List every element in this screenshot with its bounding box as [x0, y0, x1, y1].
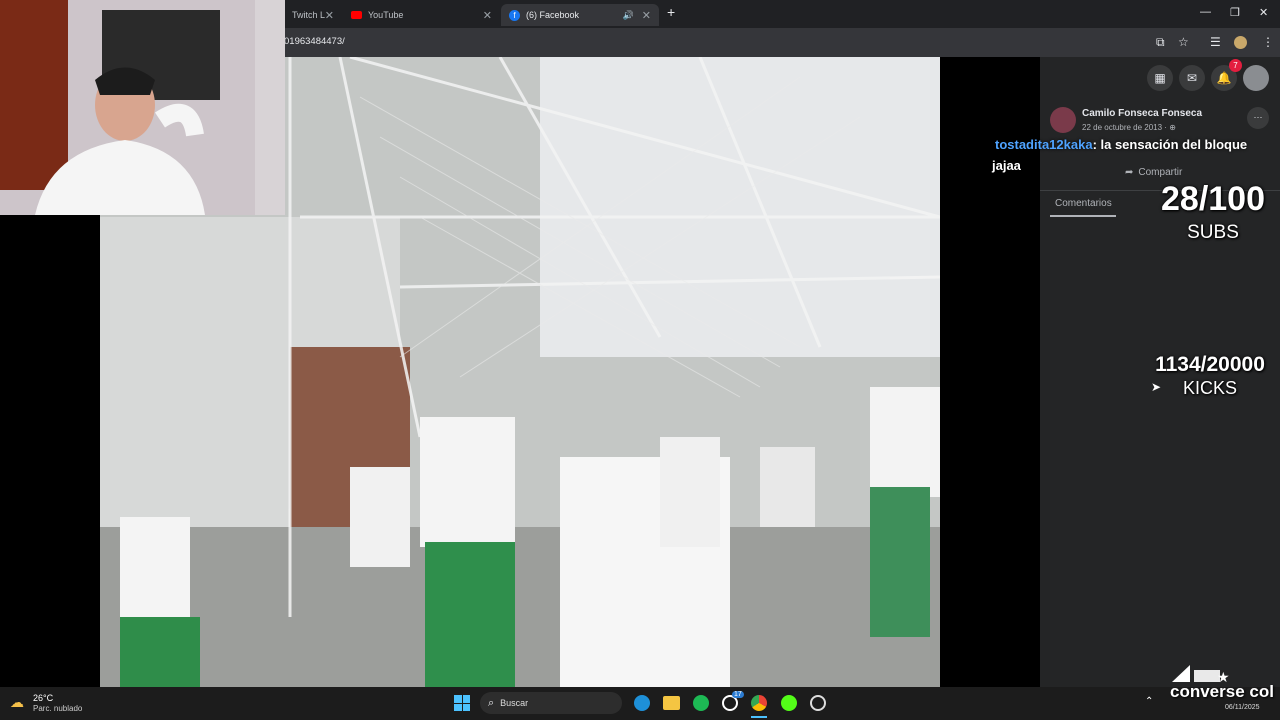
edge-icon[interactable]	[634, 695, 650, 711]
subs-counter: 28/100	[1161, 180, 1265, 218]
search-placeholder: Buscar	[500, 698, 529, 708]
media-queue-icon[interactable]: ☰	[1210, 35, 1221, 49]
converse-logo-mark: ★	[1172, 665, 1230, 686]
account-avatar[interactable]	[1243, 65, 1269, 91]
menu-icon[interactable]: ⋮	[1262, 35, 1274, 49]
chat-username: tostadita12kaka	[995, 137, 1093, 152]
post-date-text: 22 de octubre de 2013 ·	[1082, 123, 1170, 132]
weather-temp[interactable]: 26°C	[33, 693, 53, 703]
spotify-icon[interactable]	[693, 695, 709, 711]
close-icon[interactable]: ✕	[325, 9, 334, 22]
chat-message-1: tostadita12kaka: la sensación del bloque	[995, 137, 1247, 152]
post-author[interactable]: Camilo Fonseca Fonseca	[1082, 108, 1202, 119]
speaker-icon[interactable]: 🔊	[623, 10, 634, 21]
webcam-frame	[0, 0, 285, 215]
webcam-overlay	[0, 0, 285, 215]
search-icon: ⌕	[488, 696, 495, 709]
tab-label: (6) Facebook	[526, 10, 580, 20]
close-window-icon[interactable]: ✕	[1259, 6, 1268, 19]
tab-facebook[interactable]: f (6) Facebook 🔊 ✕	[501, 4, 659, 26]
messenger-icon[interactable]: ✉	[1179, 65, 1205, 91]
close-icon[interactable]: ✕	[642, 9, 651, 22]
chat-message-2: jajaa	[992, 158, 1021, 173]
whatsapp-badge: 17	[732, 691, 744, 698]
youtube-icon	[351, 11, 362, 19]
more-options-button[interactable]: ···	[1247, 107, 1269, 129]
brand-text: converse col	[1170, 682, 1274, 701]
windows-start-icon[interactable]	[454, 695, 470, 711]
converse-logo: ★ converse col	[1170, 662, 1280, 702]
mouse-cursor-icon: ➤	[1151, 380, 1162, 394]
url-text[interactable]: 01963484473/	[284, 36, 345, 47]
notification-badge: 7	[1229, 59, 1242, 72]
profile-avatar[interactable]	[1234, 36, 1247, 49]
weather-icon: ☁	[10, 694, 24, 710]
install-icon[interactable]: ⧉	[1156, 35, 1165, 50]
tray-chevron-icon[interactable]: ⌃	[1145, 696, 1153, 707]
globe-icon: ⊕	[1169, 123, 1176, 132]
active-app-indicator	[751, 716, 767, 718]
post-date: 22 de octubre de 2013 · ⊕	[1082, 123, 1176, 132]
tab-comments[interactable]: Comentarios	[1055, 198, 1112, 209]
kicks-counter: 1134/20000	[1155, 353, 1265, 376]
share-icon: ➦	[1125, 167, 1134, 178]
new-tab-icon[interactable]: +	[667, 4, 675, 20]
kick-app-icon[interactable]	[781, 695, 797, 711]
bookmark-star-icon[interactable]: ☆	[1178, 35, 1189, 49]
share-button[interactable]: ➦ Compartir	[1125, 167, 1182, 178]
menu-grid-icon[interactable]: ▦	[1147, 65, 1173, 91]
file-explorer-icon[interactable]	[663, 696, 680, 710]
tab-twitch[interactable]: Twitch Live ... ✕	[284, 4, 342, 26]
tab-label: YouTube	[368, 10, 404, 20]
share-label: Compartir	[1138, 167, 1183, 178]
author-avatar[interactable]	[1050, 107, 1076, 133]
obs-icon[interactable]	[810, 695, 826, 711]
search-box[interactable]: ⌕ Buscar	[480, 692, 622, 714]
restore-icon[interactable]: ❐	[1230, 6, 1240, 19]
windows-taskbar: ☁ 26°C Parc. nublado ⌕ Buscar 17 ⌃ 06/11…	[0, 687, 1280, 720]
close-icon[interactable]: ✕	[483, 9, 492, 22]
chat-text: : la sensación del bloque	[1092, 137, 1248, 152]
facebook-icon: f	[509, 9, 520, 21]
minimize-icon[interactable]: —	[1200, 6, 1211, 18]
weather-desc[interactable]: Parc. nublado	[33, 704, 82, 713]
active-tab-indicator	[1050, 215, 1116, 217]
kicks-label: KICKS	[1182, 378, 1238, 398]
taskbar-date[interactable]: 06/11/2025	[1225, 704, 1260, 711]
tab-youtube[interactable]: YouTube ✕	[343, 4, 500, 26]
chrome-icon[interactable]	[751, 695, 767, 711]
subs-label: SUBS	[1187, 222, 1239, 243]
tab-label: Twitch Live ...	[292, 10, 325, 20]
